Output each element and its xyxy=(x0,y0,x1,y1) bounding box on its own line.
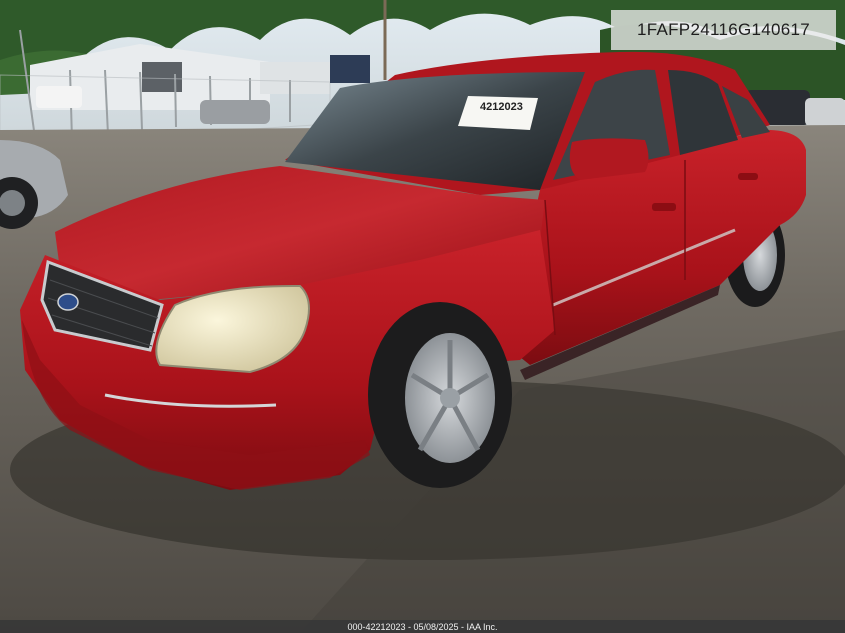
car-scene: 4212023 xyxy=(0,0,845,633)
vehicle-photo: 4212023 1FAFP24116G140617 000-42212023 -… xyxy=(0,0,845,633)
sticker-number: 4212023 xyxy=(480,101,523,113)
windshield-sticker: 4212023 xyxy=(458,96,538,130)
footer-caption: 000-42212023 - 05/08/2025 - IAA Inc. xyxy=(0,620,845,633)
vin-badge: 1FAFP24116G140617 xyxy=(611,10,836,50)
